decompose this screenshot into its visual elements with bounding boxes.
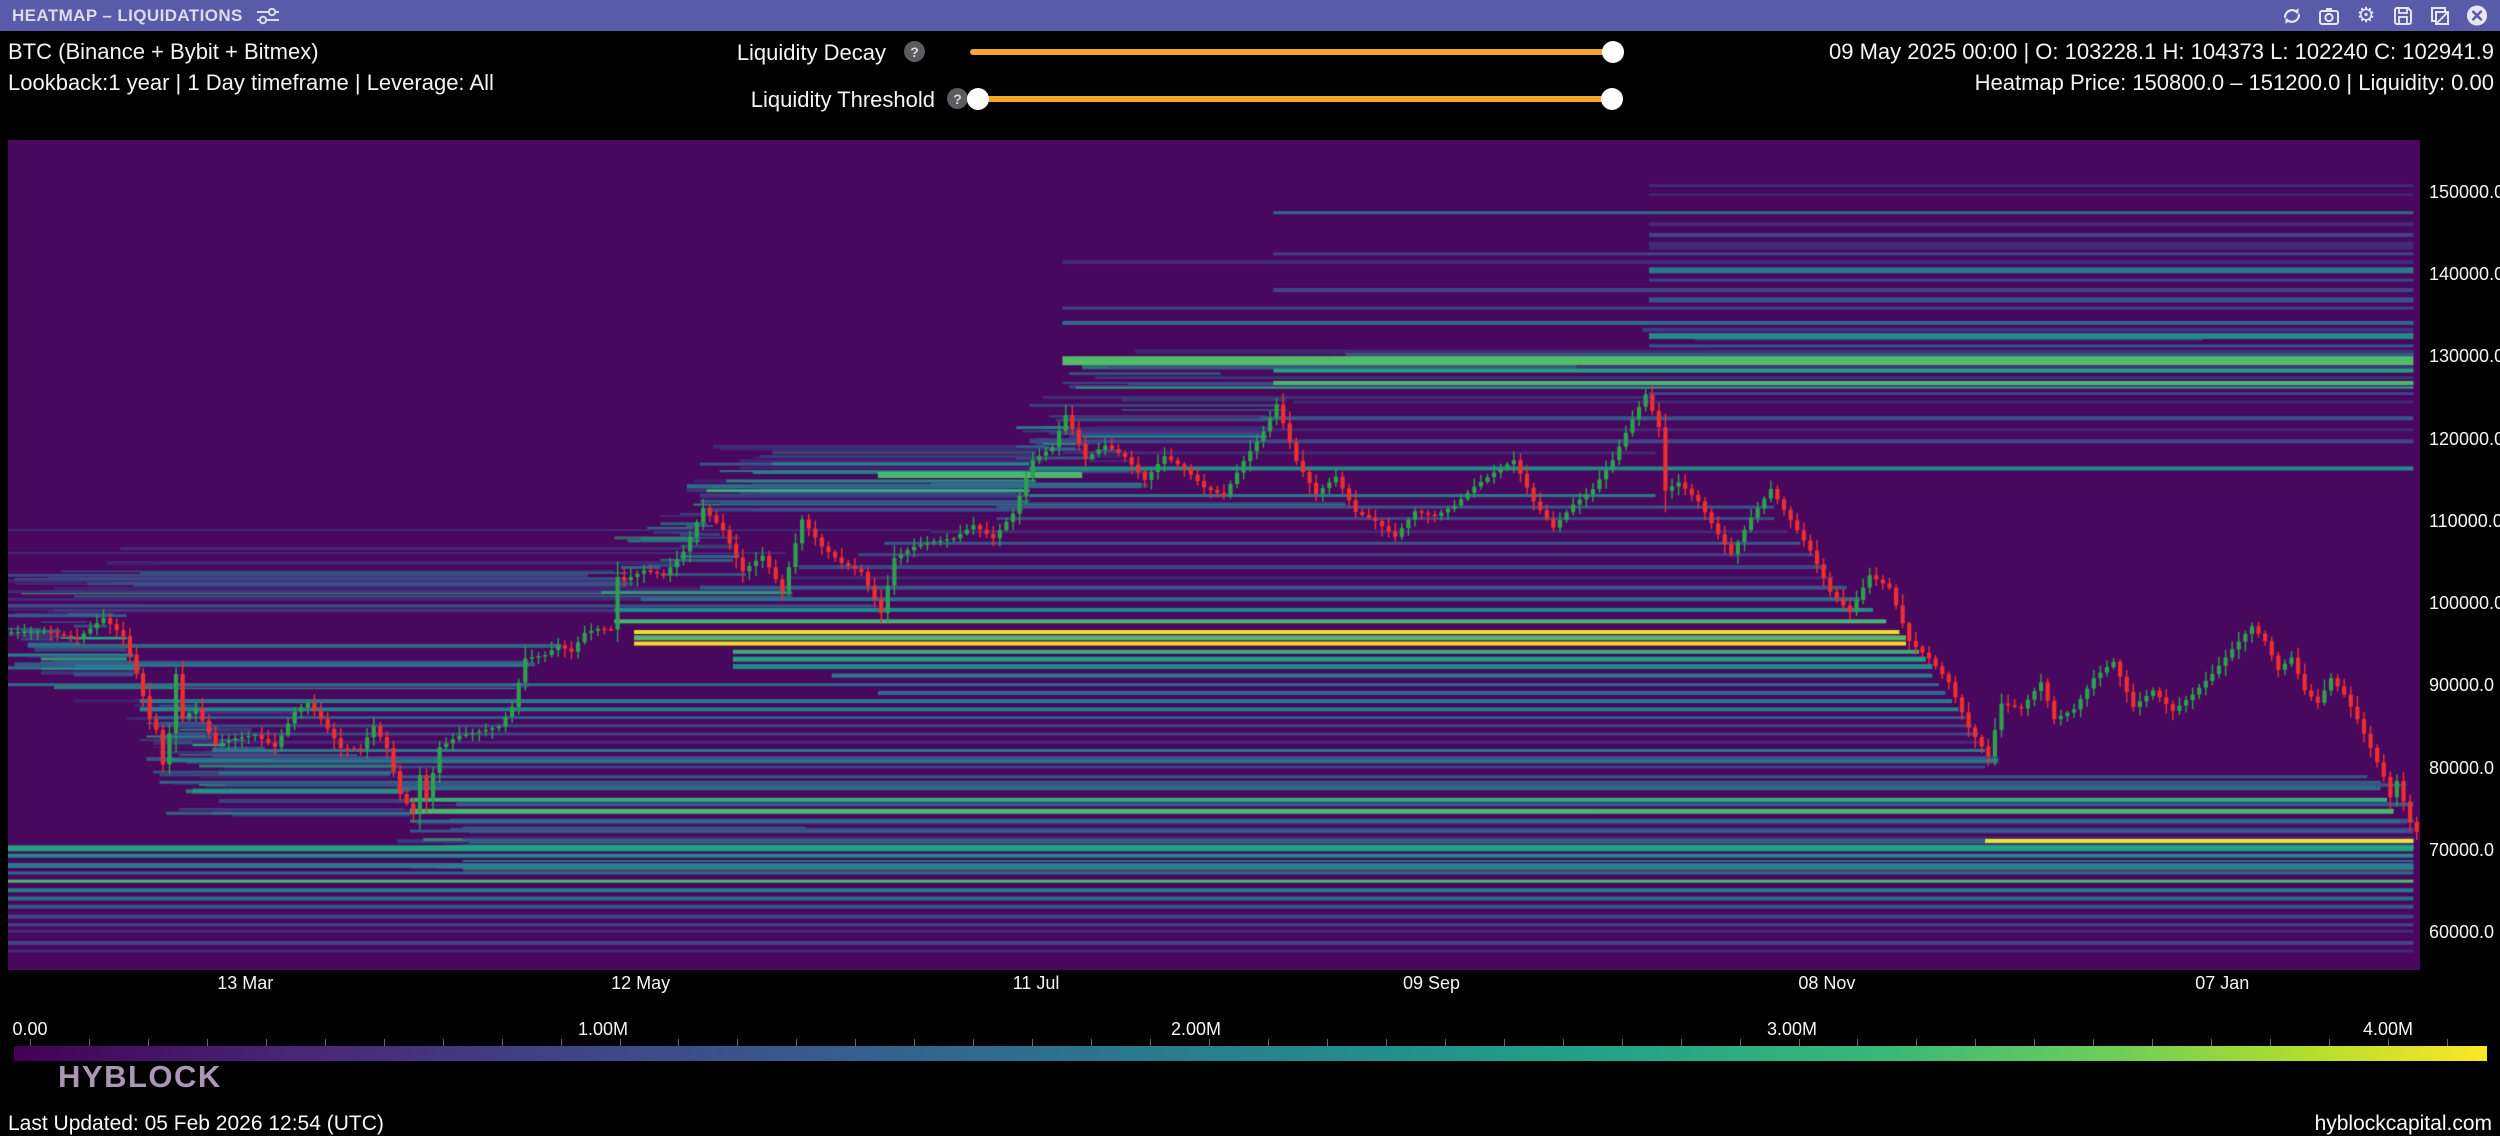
threshold-slider-thumb-high[interactable]	[1601, 88, 1623, 110]
liquidity-threshold-label: Liquidity Threshold	[620, 87, 935, 113]
symbol-label: BTC (Binance + Bybit + Bitmex)	[8, 39, 319, 65]
heatmap-price-readout: Heatmap Price: 150800.0 – 151200.0 | Liq…	[1975, 70, 2494, 96]
decay-help-icon[interactable]: ?	[904, 41, 925, 62]
colorbar-tick-label: 4.00M	[2338, 1019, 2438, 1040]
y-axis-tick-label: 100000.0	[2429, 593, 2500, 614]
colorbar-minor-tick	[2329, 1039, 2330, 1046]
colorbar-minor-tick	[1150, 1039, 1151, 1046]
colorbar-minor-tick	[1799, 1039, 1800, 1046]
liquidity-colorbar	[14, 1046, 2487, 1061]
colorbar-minor-tick	[2211, 1039, 2212, 1046]
colorbar-minor-tick	[2093, 1039, 2094, 1046]
liquidity-decay-label: Liquidity Decay	[620, 40, 886, 66]
colorbar-minor-tick	[1916, 1039, 1917, 1046]
ohlc-readout: 09 May 2025 00:00 | O: 103228.1 H: 10437…	[1829, 39, 2494, 65]
colorbar-minor-tick	[1563, 1039, 1564, 1046]
colorbar-minor-tick	[1091, 1039, 1092, 1046]
colorbar-minor-tick	[855, 1039, 856, 1046]
colorbar-minor-tick	[914, 1039, 915, 1046]
colorbar-tick-label: 1.00M	[553, 1019, 653, 1040]
decay-slider-thumb[interactable]	[1602, 41, 1624, 63]
colorbar-minor-tick	[207, 1039, 208, 1046]
threshold-slider-thumb-low[interactable]	[967, 88, 989, 110]
colorbar-minor-tick	[148, 1039, 149, 1046]
y-axis-tick-label: 110000.0	[2429, 511, 2500, 532]
close-icon[interactable]	[2466, 5, 2488, 27]
colorbar-minor-tick	[1504, 1039, 1505, 1046]
liquidation-heatmap-canvas[interactable]	[8, 140, 2420, 970]
colorbar-minor-tick	[325, 1039, 326, 1046]
y-axis-tick-label: 140000.0	[2429, 264, 2500, 285]
hyblock-watermark: HYBLOCK	[58, 1059, 222, 1095]
save-floppy-icon[interactable]	[2392, 5, 2414, 27]
colorbar-minor-tick	[796, 1039, 797, 1046]
colorbar-tick-label: 0.00	[0, 1019, 80, 1040]
colorbar-minor-tick	[502, 1039, 503, 1046]
colorbar-minor-tick	[678, 1039, 679, 1046]
colorbar-minor-tick	[2270, 1039, 2271, 1046]
y-axis-tick-label: 130000.0	[2429, 346, 2500, 367]
colorbar-minor-tick	[1032, 1039, 1033, 1046]
hyblock-heatmap-window: HEATMAP – LIQUIDATIONS	[0, 0, 2500, 1136]
colorbar-minor-tick	[1681, 1039, 1682, 1046]
copy-layers-icon[interactable]	[2429, 5, 2451, 27]
colorbar-minor-tick	[266, 1039, 267, 1046]
colorbar-minor-tick	[2034, 1039, 2035, 1046]
colorbar-minor-tick	[620, 1039, 621, 1046]
y-axis-tick-label: 90000.0	[2429, 675, 2494, 696]
y-axis-tick-label: 120000.0	[2429, 429, 2500, 450]
page-title: HEATMAP – LIQUIDATIONS	[12, 6, 243, 26]
heatmap-chart-area: HYBLOCK	[8, 140, 2420, 970]
filter-sliders-icon[interactable]	[255, 6, 281, 26]
colorbar-minor-tick	[89, 1039, 90, 1046]
colorbar-minor-tick	[384, 1039, 385, 1046]
y-axis-tick-label: 60000.0	[2429, 922, 2494, 943]
x-axis-tick-label: 08 Nov	[1777, 973, 1877, 994]
x-axis-tick-label: 12 May	[591, 973, 691, 994]
y-axis-tick-label: 150000.0	[2429, 182, 2500, 203]
x-axis-tick-label: 07 Jan	[2172, 973, 2272, 994]
colorbar-minor-tick	[1975, 1039, 1976, 1046]
site-label: hyblockcapital.com	[2315, 1112, 2492, 1136]
colorbar-minor-tick	[2388, 1039, 2389, 1046]
y-axis-tick-label: 70000.0	[2429, 840, 2494, 861]
colorbar-minor-tick	[1268, 1039, 1269, 1046]
threshold-help-icon[interactable]: ?	[947, 88, 968, 109]
colorbar-minor-tick	[1209, 1039, 1210, 1046]
colorbar-minor-tick	[561, 1039, 562, 1046]
y-axis-tick-label: 80000.0	[2429, 758, 2494, 779]
colorbar-minor-tick	[737, 1039, 738, 1046]
colorbar-minor-tick	[973, 1039, 974, 1046]
screenshot-camera-icon[interactable]	[2318, 5, 2340, 27]
last-updated-label: Last Updated: 05 Feb 2026 12:54 (UTC)	[8, 1112, 384, 1136]
decay-slider-track[interactable]	[970, 49, 1613, 55]
colorbar-minor-tick	[1857, 1039, 1858, 1046]
x-axis-tick-label: 11 Jul	[986, 973, 1086, 994]
colorbar-minor-tick	[2152, 1039, 2153, 1046]
colorbar-tick-label: 3.00M	[1742, 1019, 1842, 1040]
colorbar-minor-tick	[1740, 1039, 1741, 1046]
colorbar-minor-tick	[1445, 1039, 1446, 1046]
colorbar-minor-tick	[30, 1039, 31, 1046]
colorbar-minor-tick	[1386, 1039, 1387, 1046]
window-action-icons: ⚙	[2281, 5, 2488, 27]
colorbar-minor-tick	[443, 1039, 444, 1046]
colorbar-tick-label: 2.00M	[1146, 1019, 1246, 1040]
x-axis-tick-label: 13 Mar	[195, 973, 295, 994]
threshold-slider-track[interactable]	[978, 96, 1612, 102]
colorbar-minor-tick	[2447, 1039, 2448, 1046]
colorbar-minor-tick	[1327, 1039, 1328, 1046]
colorbar-minor-tick	[1622, 1039, 1623, 1046]
title-bar: HEATMAP – LIQUIDATIONS	[0, 0, 2500, 31]
lookback-settings-label: Lookback:1 year | 1 Day timeframe | Leve…	[8, 70, 494, 96]
x-axis-tick-label: 09 Sep	[1381, 973, 1481, 994]
refresh-icon[interactable]	[2281, 5, 2303, 27]
settings-gear-icon[interactable]: ⚙	[2355, 5, 2377, 27]
